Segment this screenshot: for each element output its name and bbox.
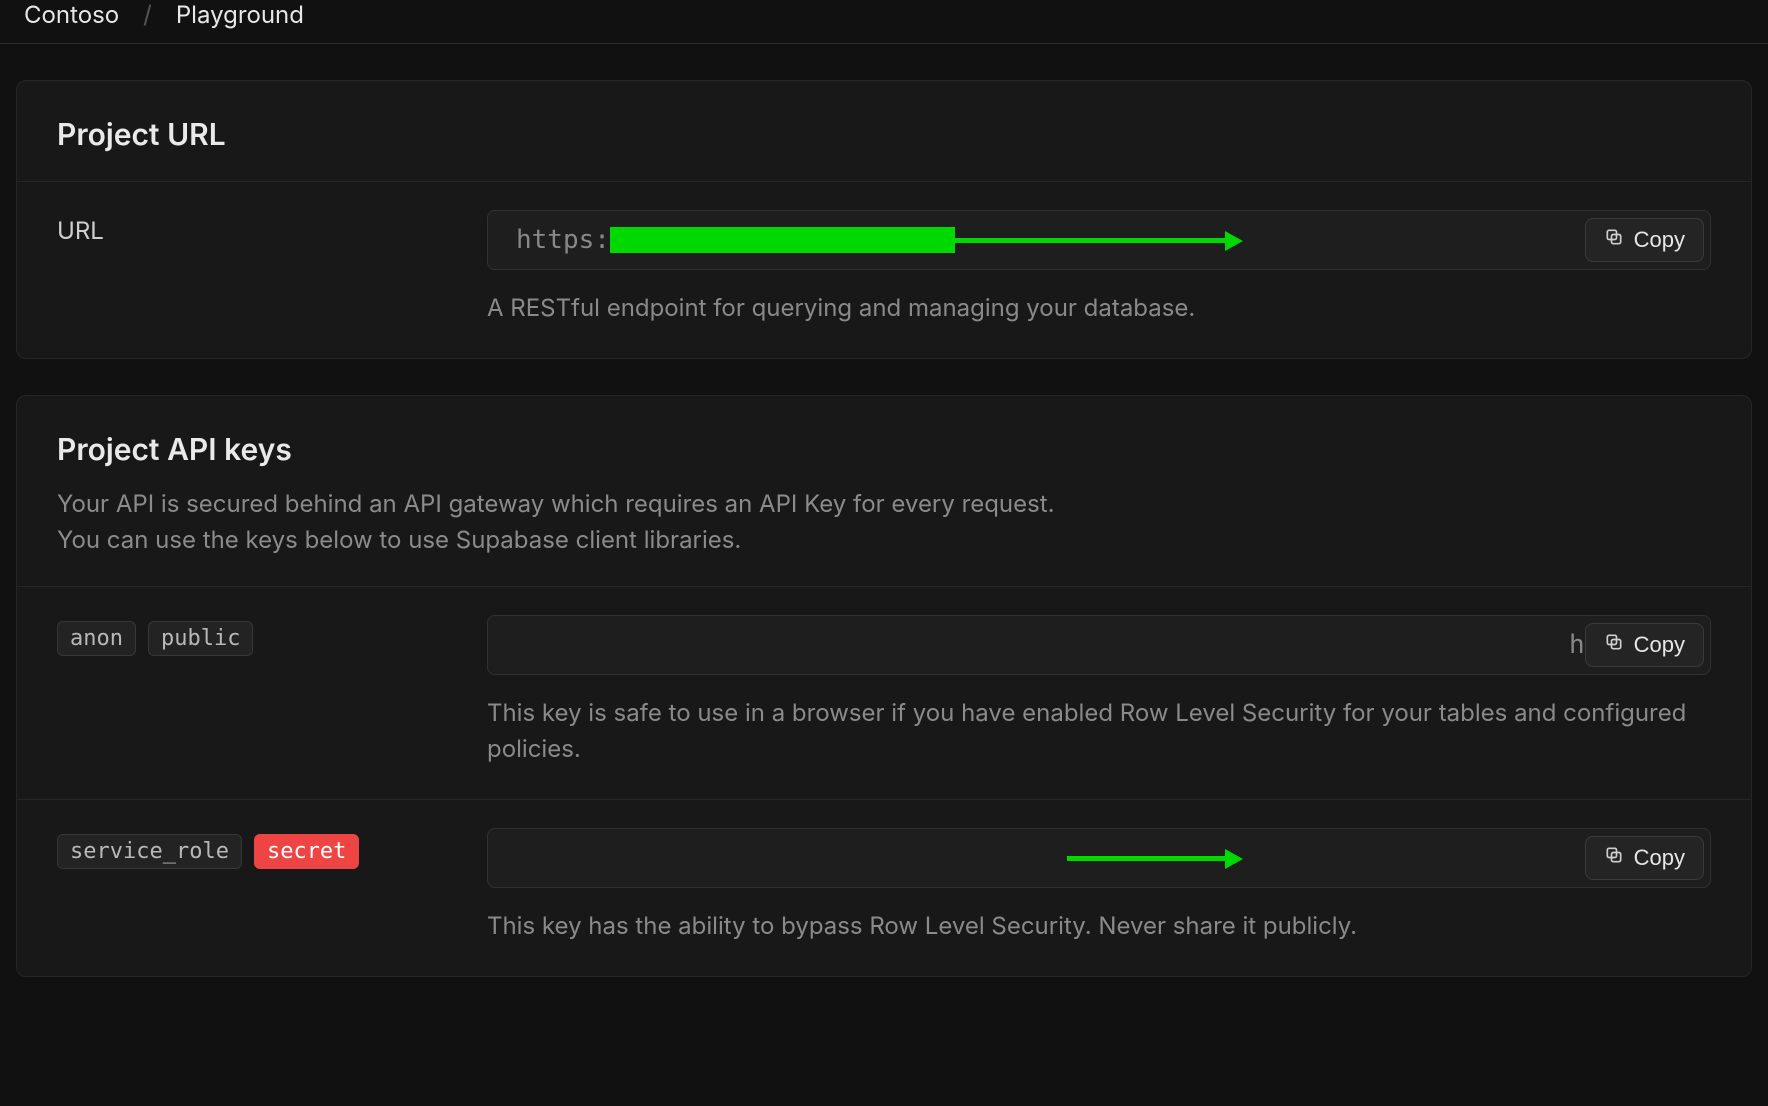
annotation-arrow-line (1067, 856, 1229, 861)
anon-tags: anon public (57, 621, 487, 656)
breadcrumb-org[interactable]: Contoso (24, 0, 119, 29)
copy-icon (1604, 632, 1624, 658)
breadcrumb-separator: / (143, 0, 152, 29)
anon-key-helper: This key is safe to use in a browser if … (487, 695, 1711, 767)
url-field[interactable]: https:/ Copy (487, 210, 1711, 270)
api-keys-desc: Your API is secured behind an API gatewa… (57, 486, 1711, 558)
tag-anon: anon (57, 621, 136, 656)
api-keys-card: Project API keys Your API is secured beh… (16, 395, 1752, 977)
api-keys-title: Project API keys (57, 432, 1711, 468)
project-url-title: Project URL (57, 117, 1711, 153)
copy-icon (1604, 227, 1624, 253)
service-role-tags: service_role secret (57, 834, 487, 869)
project-url-card: Project URL URL https:/ Copy (16, 80, 1752, 359)
tag-service-role: service_role (57, 834, 242, 869)
tag-secret: secret (254, 834, 359, 869)
copy-service-role-key-button[interactable]: Copy (1585, 836, 1704, 880)
copy-service-role-key-label: Copy (1634, 845, 1685, 871)
breadcrumb-page[interactable]: Playground (176, 0, 304, 29)
service-role-key-helper: This key has the ability to bypass Row L… (487, 908, 1711, 944)
service-role-key-field[interactable]: Copy (487, 828, 1711, 888)
url-value: https:/ (516, 225, 1585, 255)
copy-icon (1604, 845, 1624, 871)
anon-key-value: h (516, 630, 1585, 660)
annotation-arrow-head (1225, 849, 1243, 869)
copy-url-label: Copy (1634, 227, 1685, 253)
anon-key-field[interactable]: h Copy (487, 615, 1711, 675)
breadcrumb: Contoso / Playground (0, 0, 1768, 43)
divider (0, 43, 1768, 44)
copy-url-button[interactable]: Copy (1585, 218, 1704, 262)
url-label: URL (57, 216, 104, 245)
copy-anon-key-button[interactable]: Copy (1585, 623, 1704, 667)
copy-anon-key-label: Copy (1634, 632, 1685, 658)
tag-public: public (148, 621, 253, 656)
url-helper: A RESTful endpoint for querying and mana… (487, 290, 1711, 326)
